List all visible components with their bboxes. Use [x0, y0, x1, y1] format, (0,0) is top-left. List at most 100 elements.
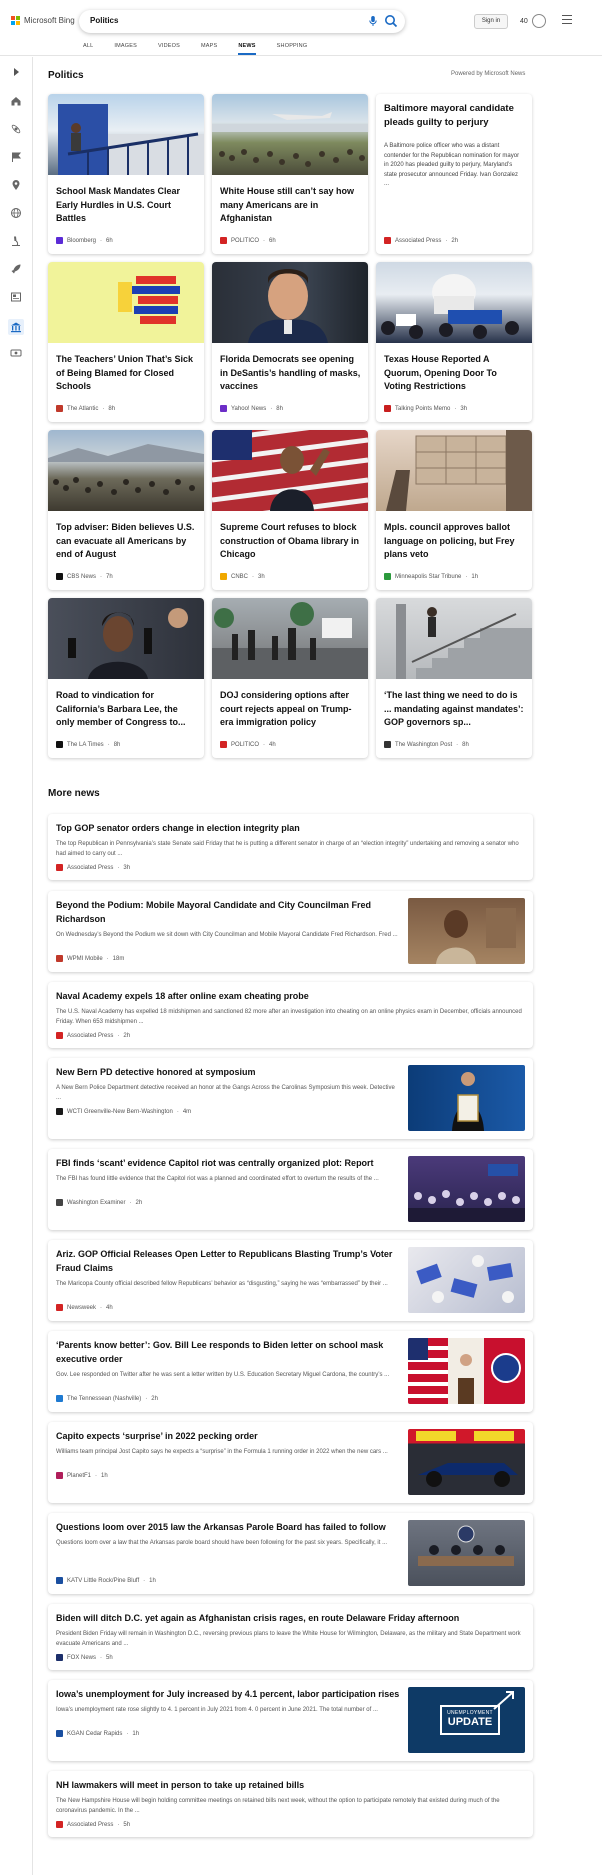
- card-title[interactable]: White House still can’t say how many Ame…: [220, 185, 362, 226]
- more-news-item[interactable]: Capito expects ‘surprise’ in 2022 peckin…: [48, 1422, 533, 1503]
- news-card[interactable]: ‘The last thing we need to do is ... man…: [376, 598, 532, 758]
- item-thumbnail[interactable]: [408, 898, 525, 964]
- news-card[interactable]: Top adviser: Biden believes U.S. can eva…: [48, 430, 204, 590]
- item-title[interactable]: Beyond the Podium: Mobile Mayoral Candid…: [56, 899, 401, 926]
- globe-icon[interactable]: [10, 207, 22, 219]
- search-icon[interactable]: [384, 14, 398, 28]
- item-description: Williams team principal Jost Capito says…: [56, 1449, 388, 1455]
- more-news-item[interactable]: Biden will ditch D.C. yet again as Afgha…: [48, 1604, 533, 1670]
- tab-shopping[interactable]: SHOPPING: [277, 43, 308, 55]
- gov-lee-podium-image: [408, 1338, 521, 1404]
- capitol-protest-image: [381, 274, 519, 339]
- card-title[interactable]: Supreme Court refuses to block construct…: [220, 521, 362, 562]
- item-title[interactable]: NH lawmakers will meet in person to take…: [56, 1779, 526, 1793]
- item-thumbnail[interactable]: [408, 1429, 525, 1495]
- news-card[interactable]: Supreme Court refuses to block construct…: [212, 430, 368, 590]
- card-title[interactable]: School Mask Mandates Clear Early Hurdles…: [56, 185, 198, 226]
- more-news-item[interactable]: FBI finds ‘scant’ evidence Capitol riot …: [48, 1149, 533, 1230]
- rewards-button[interactable]: 40: [520, 14, 546, 28]
- news-card[interactable]: School Mask Mandates Clear Early Hurdles…: [48, 94, 204, 254]
- card-title[interactable]: Baltimore mayoral candidate pleads guilt…: [384, 102, 526, 129]
- item-title[interactable]: Iowa’s unemployment for July increased b…: [56, 1688, 401, 1702]
- arrow-up-icon: [493, 1691, 514, 1710]
- card-title[interactable]: Top adviser: Biden believes U.S. can eva…: [56, 521, 198, 562]
- card-title[interactable]: Mpls. council approves ballot language o…: [384, 521, 526, 562]
- card-title[interactable]: Florida Democrats see opening in DeSanti…: [220, 353, 362, 394]
- rocket-icon[interactable]: [10, 263, 22, 275]
- flag-icon[interactable]: [10, 151, 22, 163]
- expand-icon[interactable]: [10, 66, 22, 78]
- item-title[interactable]: FBI finds ‘scant’ evidence Capitol riot …: [56, 1157, 401, 1171]
- news-card[interactable]: Florida Democrats see opening in DeSanti…: [212, 262, 368, 422]
- news-card[interactable]: DOJ considering options after court reje…: [212, 598, 368, 758]
- more-news-item[interactable]: Questions loom over 2015 law the Arkansa…: [48, 1513, 533, 1594]
- item-thumbnail[interactable]: [408, 1065, 525, 1131]
- more-news-item[interactable]: Ariz. GOP Official Releases Open Letter …: [48, 1240, 533, 1321]
- news-card[interactable]: Road to vindication for California’s Bar…: [48, 598, 204, 758]
- location-icon[interactable]: [10, 179, 22, 191]
- money-icon[interactable]: [10, 347, 22, 359]
- f1-car-image: [416, 1431, 518, 1487]
- item-title[interactable]: New Bern PD detective honored at symposi…: [56, 1066, 401, 1080]
- source-age: 1h: [471, 573, 479, 580]
- item-thumbnail[interactable]: [408, 1520, 525, 1586]
- item-title[interactable]: Ariz. GOP Official Releases Open Letter …: [56, 1248, 401, 1275]
- hamburger-menu-icon[interactable]: [562, 15, 572, 25]
- bing-logo[interactable]: Microsoft Bing: [11, 16, 75, 25]
- search-input[interactable]: Politics: [90, 16, 118, 25]
- tab-all[interactable]: ALL: [83, 43, 93, 55]
- tab-images[interactable]: IMAGES: [114, 43, 137, 55]
- source-logo-icon: [56, 237, 63, 244]
- card-image: [48, 598, 204, 679]
- tab-news[interactable]: NEWS: [238, 43, 256, 55]
- card-title[interactable]: Road to vindication for California’s Bar…: [56, 689, 198, 730]
- news-card[interactable]: White House still can’t say how many Ame…: [212, 94, 368, 254]
- item-thumbnail[interactable]: [408, 1338, 525, 1404]
- item-thumbnail[interactable]: [408, 1156, 525, 1222]
- card-title[interactable]: The Teachers’ Union That’s Sick of Being…: [56, 353, 198, 394]
- item-title[interactable]: ‘Parents know better’: Gov. Bill Lee res…: [56, 1339, 401, 1366]
- more-news-item[interactable]: NH lawmakers will meet in person to take…: [48, 1771, 533, 1837]
- microphone-icon[interactable]: [367, 15, 379, 27]
- item-source: WCTI Greenville-New Bern-Washington · 4m: [56, 1108, 191, 1115]
- more-news-item[interactable]: Beyond the Podium: Mobile Mayoral Candid…: [48, 891, 533, 972]
- rail-item-politics[interactable]: [8, 319, 24, 335]
- airport-crowd-image: [212, 112, 368, 167]
- item-title[interactable]: Questions loom over 2015 law the Arkansa…: [56, 1521, 401, 1535]
- tab-maps[interactable]: MAPS: [201, 43, 217, 55]
- source-age: 3h: [258, 573, 265, 580]
- item-source: The Tennessean (Nashville) · 2h: [56, 1395, 158, 1402]
- header: Microsoft Bing Politics Sign in 40 ALL I…: [0, 0, 602, 56]
- item-title[interactable]: Naval Academy expels 18 after online exa…: [56, 990, 526, 1004]
- search-box[interactable]: Politics: [79, 10, 405, 33]
- more-news-item[interactable]: Top GOP senator orders change in electio…: [48, 814, 533, 880]
- card-title[interactable]: ‘The last thing we need to do is ... man…: [384, 689, 526, 730]
- more-news-item[interactable]: Naval Academy expels 18 after online exa…: [48, 982, 533, 1048]
- item-title[interactable]: Top GOP senator orders change in electio…: [56, 822, 526, 836]
- sign-in-button[interactable]: Sign in: [474, 14, 508, 29]
- more-news-item[interactable]: Iowa’s unemployment for July increased b…: [48, 1680, 533, 1761]
- news-card[interactable]: The Teachers’ Union That’s Sick of Being…: [48, 262, 204, 422]
- home-icon[interactable]: [10, 95, 22, 107]
- more-news-item[interactable]: New Bern PD detective honored at symposi…: [48, 1058, 533, 1139]
- item-thumbnail[interactable]: [408, 1247, 525, 1313]
- item-title[interactable]: Biden will ditch D.C. yet again as Afgha…: [56, 1612, 526, 1626]
- source-logo-icon: [56, 1654, 63, 1661]
- card-title[interactable]: DOJ considering options after court reje…: [220, 689, 362, 730]
- item-thumbnail[interactable]: UNEMPLOYMENT UPDATE: [408, 1687, 525, 1753]
- news-card[interactable]: Baltimore mayoral candidate pleads guilt…: [376, 94, 532, 254]
- news-card[interactable]: Texas House Reported A Quorum, Opening D…: [376, 262, 532, 422]
- item-source: FOX News · 5h: [56, 1654, 113, 1661]
- science-icon[interactable]: [10, 123, 22, 135]
- more-news-item[interactable]: ‘Parents know better’: Gov. Bill Lee res…: [48, 1331, 533, 1412]
- tab-videos[interactable]: VIDEOS: [158, 43, 180, 55]
- source-age: 1h: [132, 1730, 140, 1737]
- news-card[interactable]: Mpls. council approves ballot language o…: [376, 430, 532, 590]
- item-title[interactable]: Capito expects ‘surprise’ in 2022 peckin…: [56, 1430, 401, 1444]
- source-name: WCTI Greenville-New Bern-Washington: [67, 1108, 173, 1115]
- microscope-icon[interactable]: [10, 235, 22, 247]
- source-name: The LA Times: [67, 741, 104, 748]
- card-title[interactable]: Texas House Reported A Quorum, Opening D…: [384, 353, 526, 394]
- news-icon[interactable]: [10, 291, 22, 303]
- source-logo-icon: [56, 1108, 63, 1115]
